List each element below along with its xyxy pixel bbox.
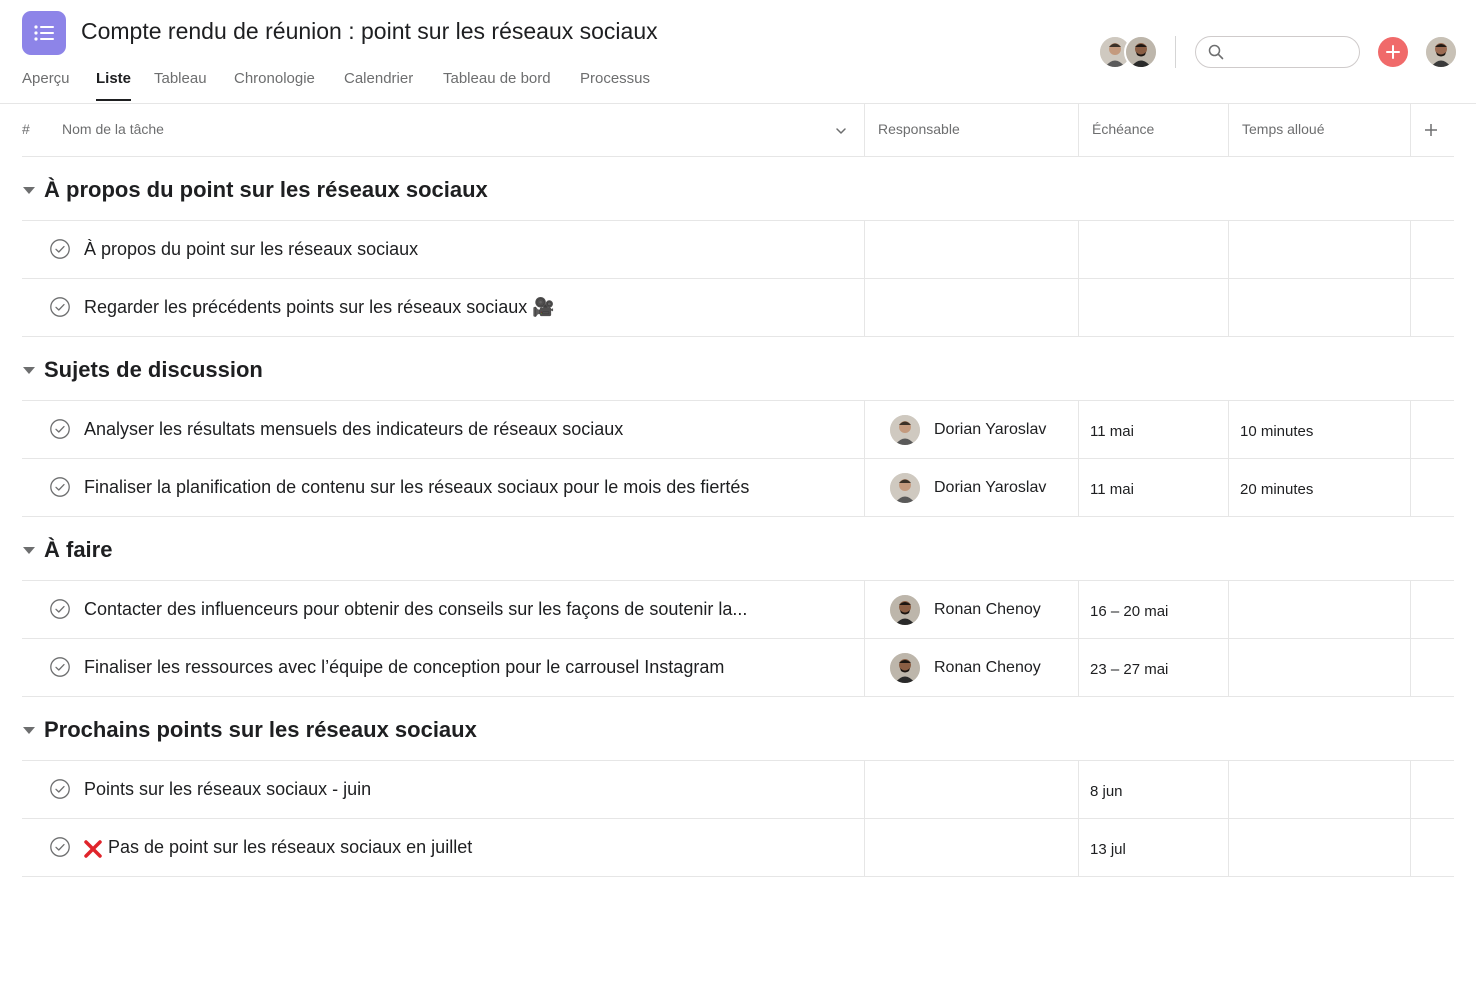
row-divider: [22, 516, 1454, 517]
due-date[interactable]: 13 jul: [1090, 841, 1126, 858]
assignee-avatar[interactable]: [890, 595, 920, 625]
due-date[interactable]: 8 jun: [1090, 783, 1123, 800]
table-row[interactable]: Analyser les résultats mensuels des indi…: [22, 401, 1454, 458]
task-name[interactable]: Contacter des influenceurs pour obtenir …: [84, 599, 747, 620]
due-date[interactable]: 23 – 27 mai: [1090, 661, 1168, 678]
check-circle-icon[interactable]: [50, 599, 70, 619]
search-input[interactable]: [1230, 41, 1354, 65]
check-circle-icon[interactable]: [50, 297, 70, 317]
caret-down-icon[interactable]: [23, 727, 35, 735]
assignee-name[interactable]: Ronan Chenoy: [934, 659, 1041, 677]
tab-processus[interactable]: Processus: [580, 70, 650, 87]
column-divider[interactable]: [1078, 103, 1079, 157]
plus-icon: [1386, 45, 1400, 59]
search-box[interactable]: [1195, 36, 1360, 68]
column-assignee-label: Responsable: [878, 121, 960, 137]
section-title[interactable]: Prochains points sur les réseaux sociaux: [44, 717, 477, 743]
column-divider[interactable]: [864, 103, 865, 157]
task-name[interactable]: Finaliser la planification de contenu su…: [84, 477, 749, 498]
task-name[interactable]: À propos du point sur les réseaux sociau…: [84, 239, 418, 260]
time-allocated[interactable]: 10 minutes: [1240, 423, 1313, 440]
column-task-name-label: Nom de la tâche: [62, 121, 164, 137]
table-row[interactable]: Contacter des influenceurs pour obtenir …: [22, 581, 1454, 638]
row-divider: [22, 696, 1454, 697]
table-row[interactable]: Regarder les précédents points sur les r…: [22, 279, 1454, 336]
table-row[interactable]: Pas de point sur les réseaux sociaux en …: [22, 819, 1454, 876]
task-name[interactable]: Regarder les précédents points sur les r…: [84, 297, 555, 318]
due-date[interactable]: 16 – 20 mai: [1090, 603, 1168, 620]
caret-down-icon[interactable]: [23, 187, 35, 195]
section-title[interactable]: Sujets de discussion: [44, 357, 263, 383]
task-name[interactable]: Finaliser les ressources avec l’équipe d…: [84, 657, 724, 678]
check-circle-icon[interactable]: [50, 837, 70, 857]
member-avatar[interactable]: [1124, 35, 1158, 69]
check-circle-icon[interactable]: [50, 779, 70, 799]
due-date[interactable]: 11 mai: [1090, 481, 1134, 498]
user-avatar[interactable]: [1426, 37, 1456, 67]
project-header: Compte rendu de réunion : point sur les …: [0, 0, 1476, 104]
check-circle-icon[interactable]: [50, 657, 70, 677]
column-assignee[interactable]: Responsable: [878, 103, 1078, 157]
column-divider[interactable]: [1410, 103, 1411, 157]
tab-apercu[interactable]: Aperçu: [22, 70, 70, 87]
table-row[interactable]: Points sur les réseaux sociaux - juin 8 …: [22, 761, 1454, 818]
task-name[interactable]: Points sur les réseaux sociaux - juin: [84, 779, 371, 800]
check-circle-icon[interactable]: [50, 239, 70, 259]
assignee-avatar[interactable]: [890, 653, 920, 683]
toolbar-divider: [1175, 36, 1176, 68]
check-circle-icon[interactable]: [50, 419, 70, 439]
chevron-down-icon[interactable]: [835, 125, 847, 137]
column-task-name[interactable]: Nom de la tâche: [62, 103, 852, 157]
assignee-avatar[interactable]: [890, 473, 920, 503]
table-row[interactable]: À propos du point sur les réseaux sociau…: [22, 221, 1454, 278]
add-column-plus-icon[interactable]: [1424, 123, 1438, 137]
due-date[interactable]: 11 mai: [1090, 423, 1134, 440]
task-name[interactable]: Pas de point sur les réseaux sociaux en …: [108, 837, 472, 858]
time-allocated[interactable]: 20 minutes: [1240, 481, 1313, 498]
tab-liste[interactable]: Liste: [96, 70, 132, 101]
assignee-name[interactable]: Dorian Yaroslav: [934, 421, 1046, 439]
column-divider[interactable]: [1228, 103, 1229, 157]
task-list: # Nom de la tâche Responsable Échéance T…: [22, 103, 1454, 879]
assignee-avatar[interactable]: [890, 415, 920, 445]
task-name[interactable]: Analyser les résultats mensuels des indi…: [84, 419, 623, 440]
search-icon: [1208, 44, 1224, 60]
section-title[interactable]: À faire: [44, 537, 112, 563]
assignee-name[interactable]: Dorian Yaroslav: [934, 479, 1046, 497]
row-divider: [22, 876, 1454, 877]
tab-tableau[interactable]: Tableau: [154, 70, 207, 87]
header-divider: [22, 156, 1454, 157]
column-time-label: Temps alloué: [1242, 121, 1325, 137]
table-row[interactable]: Finaliser la planification de contenu su…: [22, 459, 1454, 516]
check-circle-icon[interactable]: [50, 477, 70, 497]
tab-calendrier[interactable]: Calendrier: [344, 70, 413, 87]
column-due-date-label: Échéance: [1092, 121, 1155, 137]
assignee-name[interactable]: Ronan Chenoy: [934, 601, 1041, 619]
table-row[interactable]: Finaliser les ressources avec l’équipe d…: [22, 639, 1454, 696]
column-time-allocated[interactable]: Temps alloué: [1242, 103, 1412, 157]
column-number: #: [22, 121, 30, 137]
red-x-icon: [84, 840, 102, 858]
row-divider: [22, 336, 1454, 337]
section-title[interactable]: À propos du point sur les réseaux sociau…: [44, 177, 488, 203]
list-icon[interactable]: [22, 11, 66, 55]
caret-down-icon[interactable]: [23, 547, 35, 555]
project-title[interactable]: Compte rendu de réunion : point sur les …: [81, 18, 658, 45]
column-due-date[interactable]: Échéance: [1092, 103, 1232, 157]
tab-chronologie[interactable]: Chronologie: [234, 70, 315, 87]
add-button[interactable]: [1378, 37, 1408, 67]
tab-tableau-de-bord[interactable]: Tableau de bord: [443, 70, 551, 87]
caret-down-icon[interactable]: [23, 367, 35, 375]
